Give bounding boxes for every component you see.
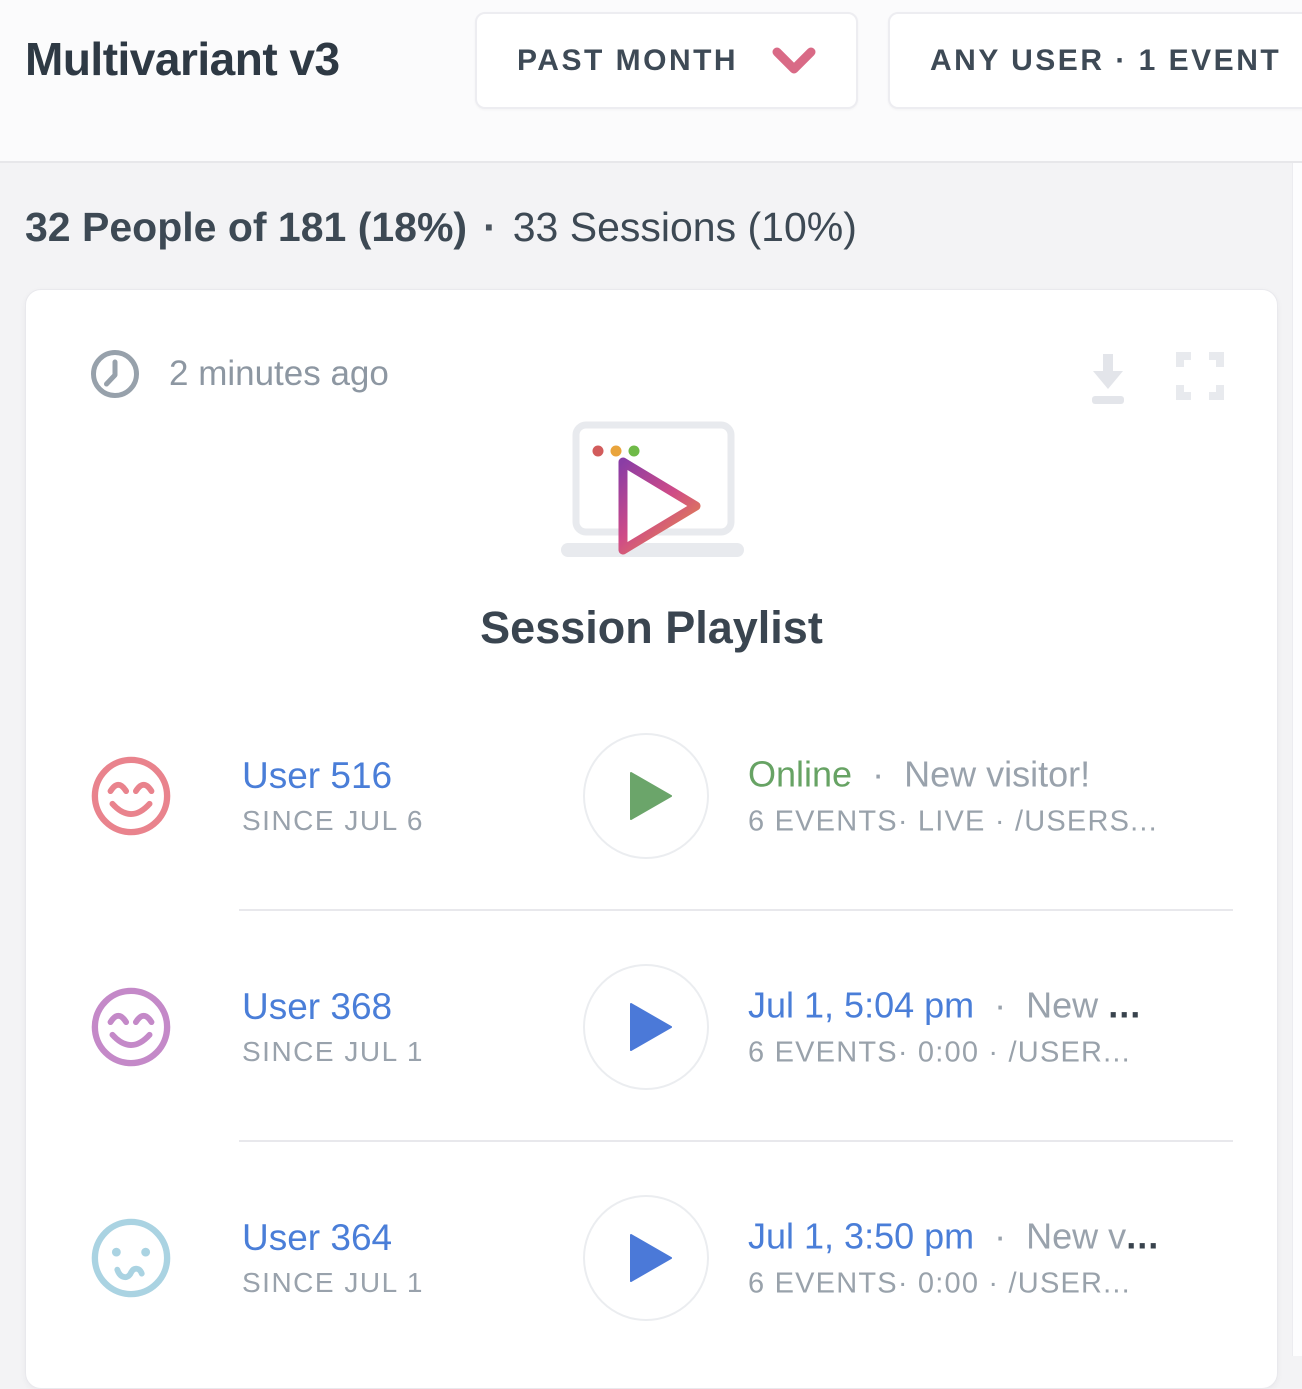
play-session-button[interactable] [583,733,709,859]
session-row: User 516 SINCE JUL 6 Online · New visito… [26,680,1277,911]
monitor-play-icon [517,420,787,590]
session-row: User 368 SINCE JUL 1 Jul 1, 5:04 pm · Ne… [26,911,1277,1142]
truncation-ellipsis: ... [1108,984,1141,1025]
user-link[interactable]: User 364 [242,1217,522,1259]
smiley-smirk-icon [90,1217,172,1299]
session-status[interactable]: Jul 1, 3:50 pm [748,1215,974,1256]
session-meta: 6 EVENTS· LIVE · /USERS... [748,805,1158,838]
session-meta: 6 EVENTS· 0:00 · /USER... [748,1036,1141,1069]
page-title: Multivariant v3 [25,32,340,86]
session-detail: New [1026,984,1108,1025]
smiley-happy-icon [90,755,172,837]
time-range-label: PAST MONTH [517,44,738,78]
session-rows: User 516 SINCE JUL 6 Online · New visito… [26,680,1277,1373]
header: Multivariant v3 PAST MONTH ANY USER · 1 … [0,0,1302,163]
stats-separator: · [483,204,497,251]
session-info: Online · New visitor! 6 EVENTS· LIVE · /… [748,753,1158,838]
funnel-stats: 32 People of 181 (18%) · 33 Sessions (10… [25,204,857,251]
user-link[interactable]: User 516 [242,755,522,797]
chevron-down-icon [772,47,816,75]
play-session-button[interactable] [583,964,709,1090]
download-icon[interactable] [1082,348,1134,406]
last-updated-text: 2 minutes ago [169,354,389,394]
play-icon [630,772,672,820]
user-since: SINCE JUL 1 [242,1267,522,1299]
audience-filter-label: ANY USER · 1 EVENT [930,44,1281,78]
session-info: Jul 1, 5:04 pm · New ... 6 EVENTS· 0:00 … [748,984,1141,1069]
session-playlist-card: 2 minutes ago Session Playlist [25,289,1278,1389]
adjacent-panel-edge [1292,163,1302,1356]
session-detail: New visitor! [904,753,1090,794]
dot-separator: · [994,984,1006,1025]
play-session-button[interactable] [583,1195,709,1321]
user-since: SINCE JUL 1 [242,1036,522,1068]
browser-dot-red [592,446,603,457]
session-row: User 364 SINCE JUL 1 Jul 1, 3:50 pm · Ne… [26,1142,1277,1373]
truncation-ellipsis: ... [1126,1215,1159,1256]
user-link[interactable]: User 368 [242,986,522,1028]
time-range-dropdown[interactable]: PAST MONTH [475,12,858,109]
dot-separator: · [994,1215,1006,1256]
session-meta: 6 EVENTS· 0:00 · /USER... [748,1267,1159,1300]
browser-dot-orange [610,446,621,457]
user-since: SINCE JUL 6 [242,805,522,837]
play-icon [630,1234,672,1282]
fullscreen-icon[interactable] [1176,352,1224,400]
session-info: Jul 1, 3:50 pm · New v... 6 EVENTS· 0:00… [748,1215,1159,1300]
session-status[interactable]: Jul 1, 5:04 pm [748,984,974,1025]
dot-separator: · [872,753,884,794]
people-stat: 32 People of 181 (18%) [25,204,467,251]
session-detail: New v [1026,1215,1126,1256]
last-updated: 2 minutes ago [89,348,389,400]
card-title: Session Playlist [26,602,1277,654]
audience-filter-dropdown[interactable]: ANY USER · 1 EVENT [888,12,1302,109]
play-icon [630,1003,672,1051]
browser-dot-green [628,446,639,457]
smiley-happy-icon [90,986,172,1068]
clock-icon [89,348,141,400]
sessions-stat: 33 Sessions (10%) [513,204,857,251]
session-status[interactable]: Online [748,753,852,794]
